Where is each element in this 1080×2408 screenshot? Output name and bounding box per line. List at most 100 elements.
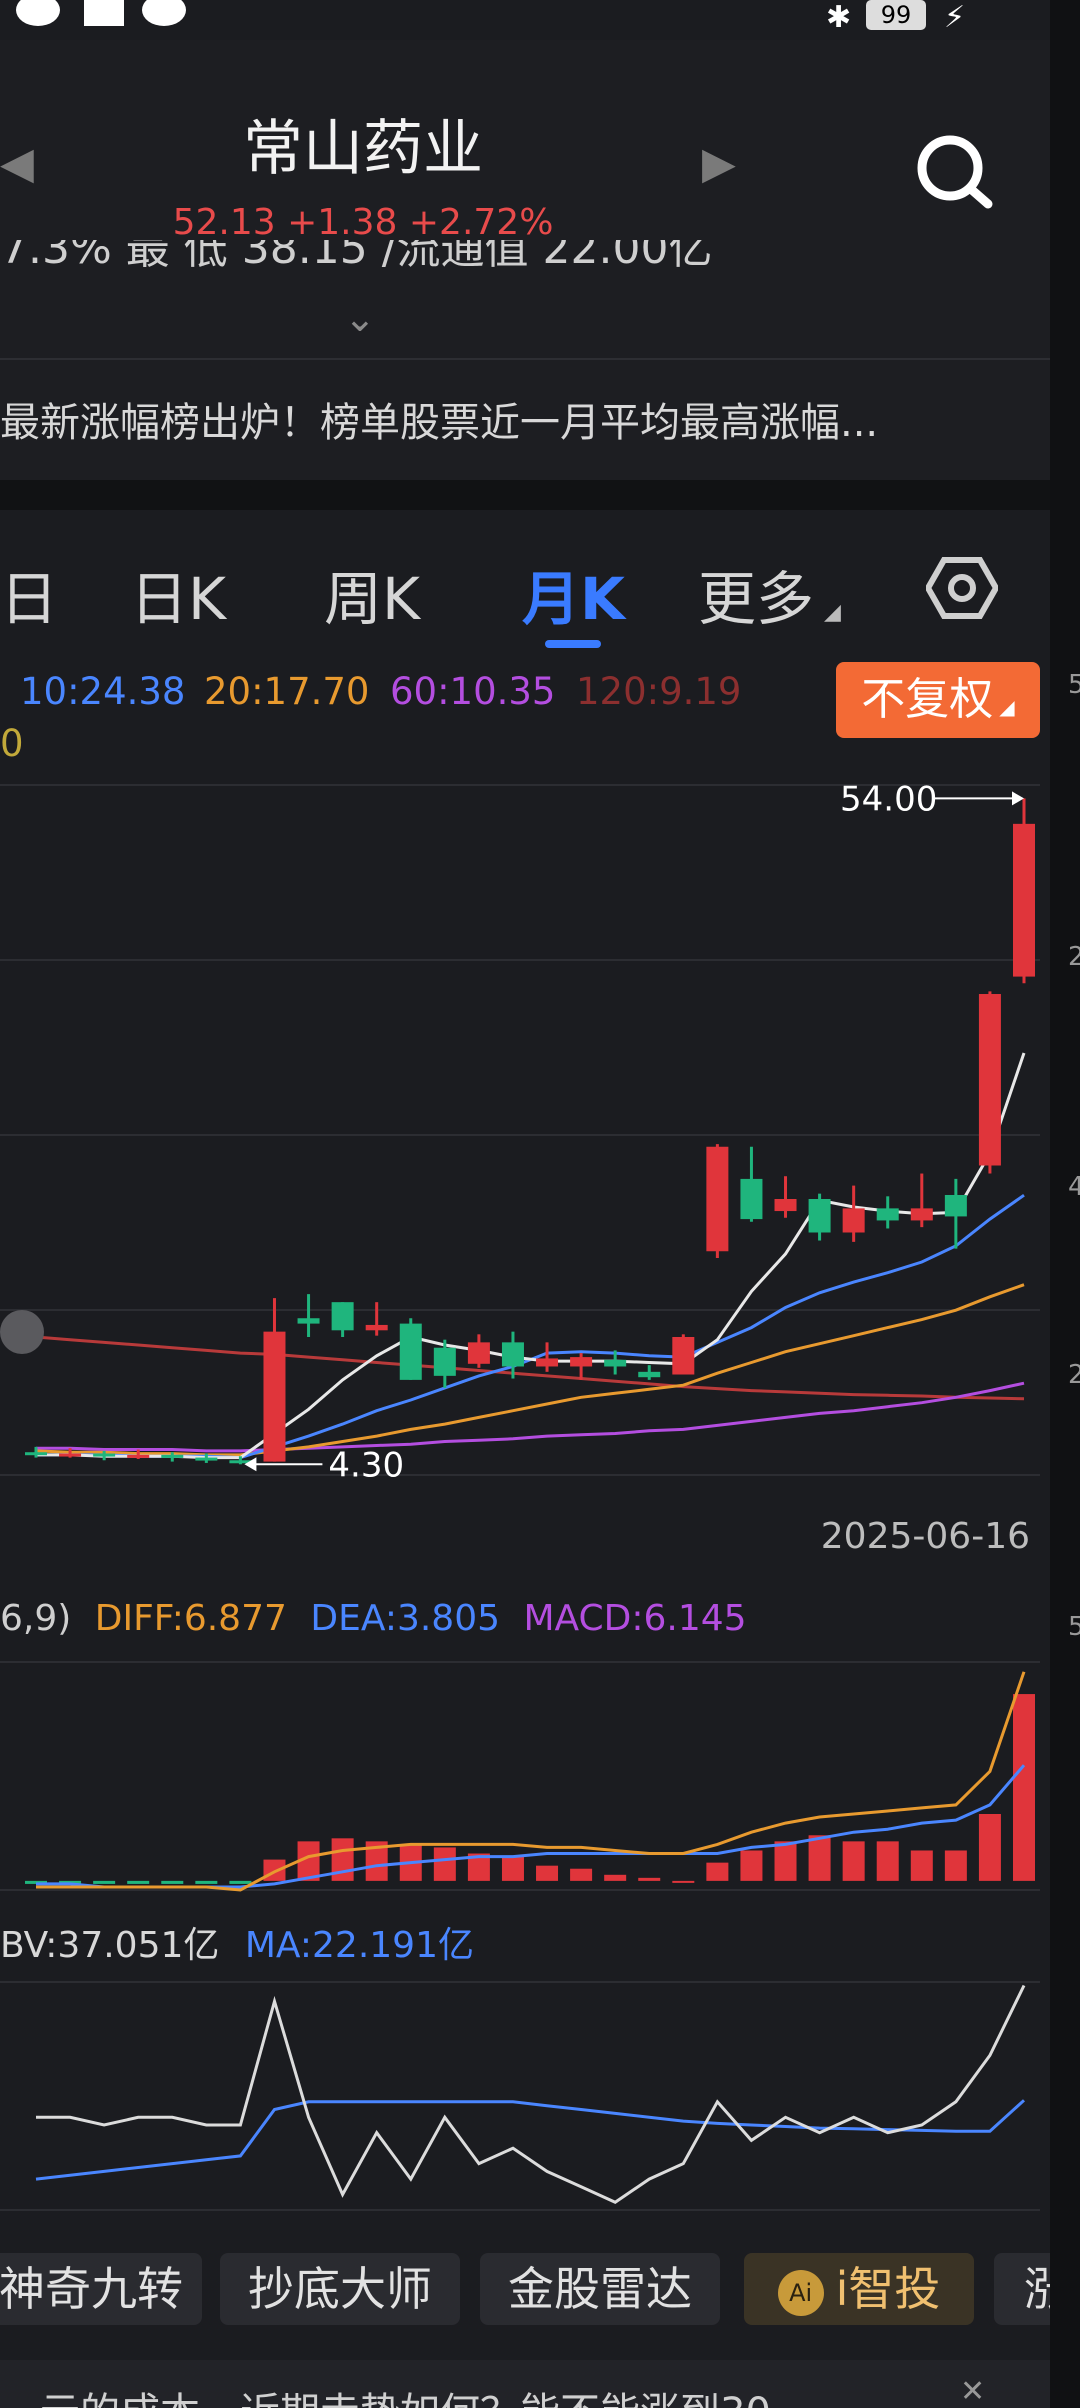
macd-diff-line	[36, 1671, 1026, 1892]
tab-weekly-k[interactable]: 周K	[324, 552, 420, 636]
obv-ma-line	[35, 2099, 1026, 2181]
candle	[672, 1337, 695, 1375]
macd-bar	[910, 1850, 933, 1881]
low-price-label: 4.30	[328, 1445, 404, 1485]
candle	[501, 1342, 524, 1367]
macd-bar	[229, 1880, 252, 1884]
candle	[604, 1359, 627, 1367]
candle	[842, 1208, 865, 1233]
candle	[467, 1342, 490, 1364]
macd-legend: 6,9) DIFF:6.877 DEA:3.805 MACD:6.145	[0, 1598, 747, 1639]
search-icon[interactable]	[910, 130, 1000, 210]
macd-bar	[93, 1880, 116, 1884]
obv-chart[interactable]	[0, 1980, 1050, 2220]
candle	[161, 1454, 184, 1458]
stock-title: 常山药业	[243, 114, 483, 184]
candle	[706, 1146, 729, 1252]
question-banner[interactable]: …云的成本，近期走势如何？能不能涨到30 ✕	[0, 2360, 1050, 2408]
macd-bar	[774, 1841, 797, 1881]
battery-level: 99	[880, 1, 912, 29]
ma60-line	[36, 1381, 1025, 1453]
ma60-legend: 60:10.35	[390, 670, 556, 713]
macd-dea-line	[36, 1764, 1026, 1889]
macd-bar	[740, 1850, 763, 1881]
tool-bottom-master[interactable]: 抄底大师	[220, 2253, 460, 2325]
bluetooth-icon: ✱	[826, 0, 852, 35]
news-ticker[interactable]: 最新涨幅榜出炉！榜单股票近一月平均最高涨幅...	[0, 390, 878, 448]
ma20-legend: 20:17.70	[204, 670, 370, 713]
high-marker-arrow	[1012, 791, 1024, 806]
tab-monthly-k[interactable]: 月K	[522, 552, 625, 636]
candle	[638, 1371, 661, 1378]
stock-change: +1.38	[287, 202, 398, 243]
macd-bar	[672, 1880, 695, 1883]
obv-obv-line	[36, 1984, 1026, 2205]
adjacent-panel-edge: 5 2 4 2 5	[1050, 0, 1080, 2408]
macd-bar	[638, 1877, 661, 1881]
macd-bar	[570, 1868, 593, 1881]
macd-bar	[195, 1880, 218, 1884]
macd-bar	[604, 1874, 627, 1881]
adjust-mode-button[interactable]: 不复权 ◢	[836, 662, 1040, 738]
tab-day-partial[interactable]: 日	[0, 552, 58, 636]
tool-ai-invest[interactable]: Ai i智投	[744, 2253, 974, 2325]
ma-legend-second-line: 0	[0, 722, 24, 765]
macd-bar	[501, 1856, 524, 1881]
active-tab-indicator	[545, 640, 601, 648]
ma5-line	[36, 1052, 1026, 1460]
tab-daily-k[interactable]: 日K	[130, 552, 226, 636]
notification-icons	[16, 0, 186, 26]
candle	[93, 1453, 116, 1457]
candle	[399, 1323, 422, 1380]
macd-bar	[944, 1850, 967, 1881]
next-stock-arrow-icon[interactable]: ▶	[702, 138, 736, 189]
stock-change-pct: +2.72%	[408, 202, 554, 243]
macd-bar	[161, 1880, 184, 1884]
candle	[59, 1453, 82, 1457]
candle	[297, 1318, 320, 1324]
ma10-line	[36, 1193, 1025, 1460]
tab-more[interactable]: 更多 ◢	[698, 552, 841, 636]
candle	[978, 994, 1001, 1166]
ma120-line	[35, 1335, 1025, 1401]
stats-row-partial: 7.3% 最 低 38.15 /流通值 22.00亿	[0, 240, 713, 274]
macd-bar	[127, 1880, 150, 1884]
high-price-label: 54.00	[840, 779, 937, 819]
divider	[0, 358, 1050, 360]
candle	[263, 1331, 286, 1462]
candle	[1013, 823, 1035, 977]
candle	[127, 1454, 150, 1458]
candle	[365, 1324, 388, 1331]
settings-icon[interactable]	[926, 552, 998, 624]
tool-nine-turn[interactable]: 神奇九转	[0, 2253, 202, 2325]
status-bar: ✱ 99 ⚡	[0, 0, 1080, 40]
macd-chart[interactable]	[0, 1660, 1050, 1900]
candle	[331, 1302, 354, 1331]
macd-bar	[842, 1841, 865, 1881]
macd-bar	[433, 1847, 456, 1881]
candle	[910, 1208, 933, 1221]
candle	[536, 1358, 559, 1367]
battery-icon: 99	[866, 0, 926, 30]
candle	[433, 1347, 456, 1376]
price-chart[interactable]: 54.00 4.30	[0, 760, 1050, 1520]
candle	[740, 1178, 763, 1220]
tool-golden-radar[interactable]: 金股雷达	[480, 2253, 720, 2325]
expand-chevron-icon[interactable]: ⌄	[344, 296, 376, 340]
ai-badge-icon: Ai	[777, 2269, 824, 2316]
candle	[25, 1452, 47, 1456]
macd-bar	[536, 1865, 559, 1881]
obv-legend: BV:37.051亿 MA:22.191亿	[0, 1925, 474, 1966]
candle	[774, 1199, 797, 1212]
stock-price-line: 52.13 +1.38 +2.72%	[0, 202, 726, 243]
macd-bar	[1013, 1694, 1035, 1881]
candle	[944, 1194, 967, 1217]
ma10-legend: 10:24.38	[20, 670, 186, 713]
ma120-legend: 120:9.19	[576, 670, 742, 713]
macd-bar	[706, 1862, 729, 1881]
drawing-tool-icon[interactable]	[0, 1310, 44, 1354]
candle	[808, 1199, 831, 1233]
macd-bar	[978, 1814, 1001, 1881]
candle	[876, 1208, 899, 1221]
macd-bar	[876, 1841, 899, 1881]
